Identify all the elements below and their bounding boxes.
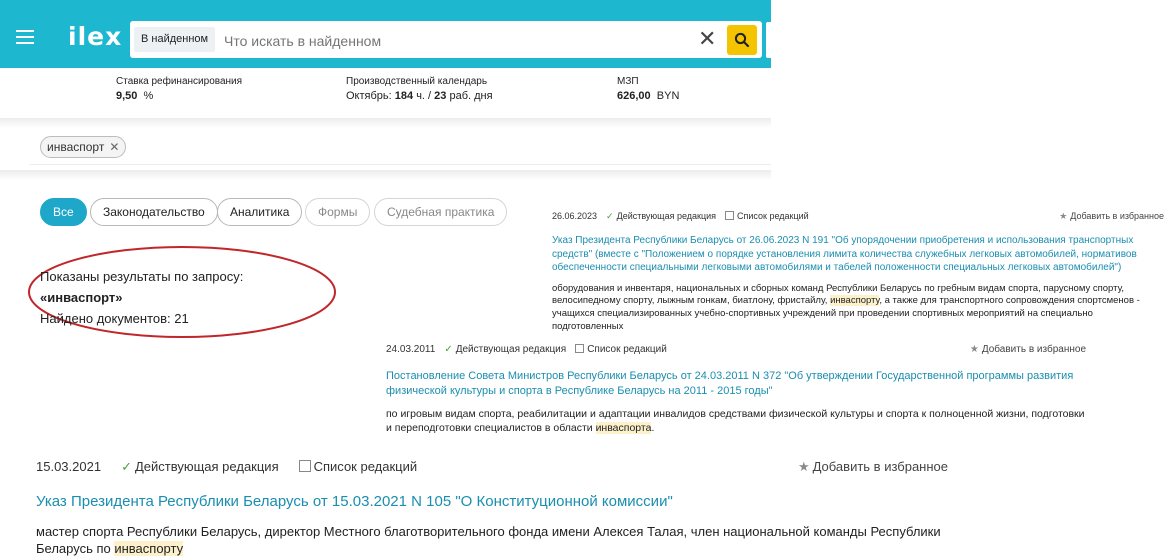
star-icon: ★	[969, 344, 979, 355]
documents-found-count: Найдено документов: 21	[40, 311, 189, 326]
search-input[interactable]	[222, 29, 696, 52]
ilex-logo[interactable]: ilex	[68, 22, 122, 51]
top-bar: ilex В найденном ✕	[0, 0, 771, 68]
add-to-favorites-button[interactable]: ★ Добавить в избранное	[1059, 211, 1164, 222]
search-icon	[734, 32, 750, 48]
calendar-days: 23	[434, 90, 447, 102]
refinancing-rate-unit: %	[143, 90, 154, 102]
refinancing-rate-value: 9,50	[116, 90, 138, 102]
query-chip-label: инваспорт	[47, 140, 105, 154]
result-date: 26.06.2023	[552, 211, 598, 221]
result-snippet: по игровым видам спорта, реабилитации и …	[386, 407, 1086, 435]
result-item: 26.06.2023 ✓ Действующая редакция Список ре…	[552, 211, 1164, 334]
snippet-highlight: инваспорту	[830, 295, 880, 307]
section-divider	[0, 170, 771, 180]
add-to-favorites-button[interactable]: ★ Добавить в избранное	[970, 344, 1086, 355]
result-meta: 26.06.2023 ✓ Действующая редакция Список ре…	[552, 211, 1164, 222]
favorite-label: Добавить в избранное	[812, 459, 948, 474]
query-chip-area: инваспорт ✕	[30, 130, 771, 165]
list-icon	[725, 211, 735, 220]
result-item: 24.03.2011 ✓ Действующая редакция Список ре…	[386, 344, 1086, 435]
search-button[interactable]	[727, 25, 757, 55]
result-title-link[interactable]: Указ Президента Республики Беларусь от 2…	[552, 234, 1164, 275]
calendar-hours-unit: ч. /	[416, 90, 432, 102]
result-snippet: мастер спорта Республики Беларусь, дирек…	[36, 524, 948, 558]
result-status: Действующая редакция	[134, 459, 279, 474]
result-item: 15.03.2021 ✓ Действующая редакция Список ре…	[36, 459, 948, 558]
search-scope-button[interactable]: В найденном	[134, 27, 216, 52]
list-icon	[298, 460, 311, 472]
result-meta: 24.03.2011 ✓ Действующая редакция Список ре…	[386, 344, 1086, 355]
next-input-edge	[766, 22, 771, 58]
minimum-wage-value: 626,00	[617, 90, 651, 102]
production-calendar[interactable]: Производственный календарь Октябрь: 184 …	[346, 76, 493, 102]
tab-forms[interactable]: Формы	[305, 198, 371, 226]
snippet-text: по игровым видам спорта, реабилитации и …	[386, 407, 1085, 434]
summary-query: «инваспорт»	[40, 290, 123, 305]
result-date: 24.03.2011	[386, 344, 436, 355]
add-to-favorites-button[interactable]: ★ Добавить в избранное	[798, 459, 948, 475]
hamburger-menu-icon[interactable]	[16, 30, 34, 44]
clear-search-icon[interactable]: ✕	[698, 26, 716, 52]
result-snippet: оборудования и инвентаря, национальных и…	[552, 283, 1164, 334]
result-title-link[interactable]: Постановление Совета Министров Республик…	[386, 369, 1086, 399]
tab-court-practice[interactable]: Судебная практика	[374, 198, 508, 226]
search-summary: Показаны результаты по запросу: «инваспо…	[40, 266, 243, 329]
star-icon: ★	[1059, 211, 1068, 221]
section-divider	[0, 118, 771, 128]
versions-link[interactable]: Список редакций	[587, 344, 667, 355]
checkmark-icon: ✓	[121, 459, 132, 474]
tab-all[interactable]: Все	[40, 198, 87, 226]
versions-link[interactable]: Список редакций	[314, 459, 418, 474]
checkmark-icon: ✓	[444, 344, 453, 355]
favorite-label: Добавить в избранное	[1070, 211, 1164, 221]
result-status: Действующая редакция	[455, 344, 567, 355]
result-title-link[interactable]: Указ Президента Республики Беларусь от 1…	[36, 492, 948, 512]
favorite-label: Добавить в избранное	[981, 344, 1086, 355]
result-meta: 15.03.2021 ✓ Действующая редакция Список ре…	[36, 459, 948, 475]
tab-analytics[interactable]: Аналитика	[217, 198, 303, 226]
tab-legislation[interactable]: Законодательство	[90, 198, 218, 226]
refinancing-rate-label: Ставка рефинансирования	[116, 76, 243, 87]
calendar-month: Октябрь:	[346, 90, 392, 102]
refinancing-rate: Ставка рефинансирования 9,50 %	[116, 76, 242, 102]
checkmark-icon: ✓	[606, 211, 614, 221]
snippet-text: .	[651, 421, 655, 434]
search-box: В найденном ✕	[130, 21, 762, 58]
versions-link[interactable]: Список редакций	[737, 211, 809, 221]
star-icon: ★	[797, 459, 810, 474]
list-icon	[575, 344, 585, 353]
minimum-wage-label: МЗП	[617, 76, 639, 87]
calendar-hours: 184	[394, 90, 414, 102]
snippet-highlight: инваспорта	[595, 421, 652, 434]
summary-line: Показаны результаты по запросу:	[40, 269, 244, 284]
calendar-days-unit: раб. дня	[449, 90, 493, 102]
result-date: 15.03.2021	[36, 459, 102, 474]
remove-chip-icon[interactable]: ✕	[109, 140, 119, 154]
minimum-wage-unit: BYN	[656, 90, 680, 102]
production-calendar-label: Производственный календарь	[346, 76, 488, 87]
result-status: Действующая редакция	[616, 211, 717, 221]
query-chip[interactable]: инваспорт ✕	[40, 136, 127, 158]
minimum-wage: МЗП 626,00 BYN	[617, 76, 679, 102]
